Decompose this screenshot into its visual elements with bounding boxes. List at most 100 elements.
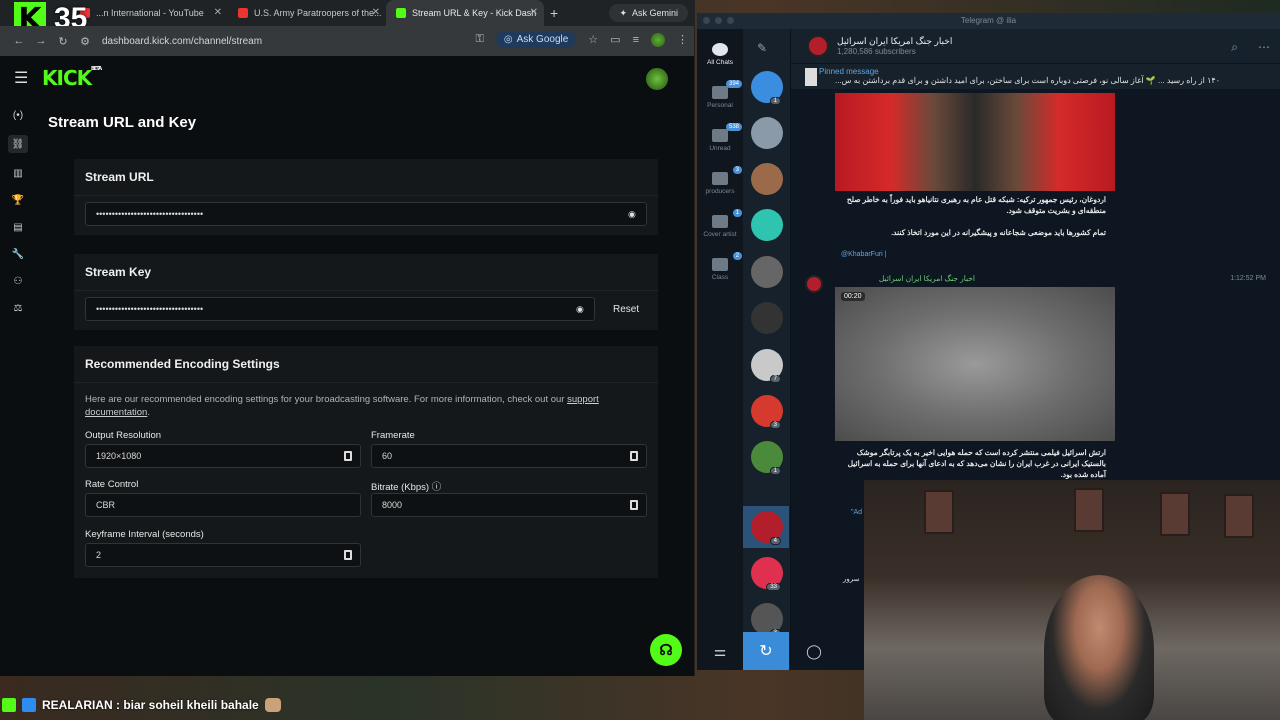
user-avatar[interactable] [646, 68, 668, 90]
refresh-icon[interactable]: ↻ [743, 632, 789, 670]
message-sender[interactable]: اخبار جنگ امریکا ایران اسرائیل [835, 273, 975, 284]
webcam-overlay [864, 480, 1280, 720]
bitrate-label-text: Bitrate (Kbps) [371, 482, 430, 493]
folder-label: Class [711, 274, 729, 281]
tab-youtube[interactable]: ...n International - YouTube ✕ [70, 0, 228, 26]
tab-kick-dashboard[interactable]: Stream URL & Key - Kick Dash ✕ [386, 0, 544, 26]
broadcast-icon[interactable]: (•) [11, 108, 25, 122]
forward-icon[interactable]: → [30, 35, 52, 47]
folder-label: producers [705, 188, 735, 195]
badge-icon [2, 698, 16, 712]
copy-icon[interactable] [630, 451, 638, 461]
copy-icon[interactable] [630, 500, 638, 510]
close-icon[interactable]: ✕ [530, 7, 538, 18]
folder-icon: 394 [712, 80, 742, 99]
stream-chat-overlay: REALARIAN : biar soheil kheili bahale [0, 694, 281, 716]
reset-button[interactable]: Reset [613, 304, 639, 315]
headset-icon: ☊ [659, 642, 673, 659]
message-link[interactable]: @KhabarFuri | [841, 251, 887, 258]
profile-avatar[interactable] [651, 32, 665, 47]
chat-avatar[interactable]: 7 [751, 349, 783, 383]
chat-avatar[interactable]: 3 [751, 603, 783, 637]
analytics-icon[interactable]: ▥ [11, 166, 25, 180]
chat-avatar[interactable] [751, 256, 783, 288]
folder-personal[interactable]: 394 Personal [697, 80, 743, 109]
folder-icon: 538 [712, 123, 742, 142]
info-icon[interactable]: ⓘ [432, 482, 442, 493]
chat-avatar[interactable] [751, 302, 783, 334]
message-photo[interactable] [835, 93, 1115, 191]
kick-dashboard-page: ☰ KICK BETA (•) ⛓ ▥ 🏆 ▤ 🔧 ⚇ ⚖ Stream URL … [0, 56, 694, 676]
reload-icon[interactable]: ↻ [52, 35, 74, 48]
back-icon[interactable]: ← [8, 35, 30, 47]
search-icon[interactable]: ⌕ [1231, 40, 1238, 55]
bitrate-field[interactable]: 8000 [371, 493, 647, 517]
channel-avatar[interactable] [807, 35, 829, 57]
key-icon[interactable]: ⚿ [475, 33, 483, 46]
close-dot[interactable] [703, 17, 710, 24]
hamburger-menu-icon[interactable]: ☰ [14, 68, 32, 88]
chat-avatar[interactable]: 1 [751, 71, 783, 105]
ask-gemini-button[interactable]: ✦ Ask Gemini [609, 4, 688, 22]
chat-avatar[interactable]: 33 [751, 557, 783, 591]
pinned-message-bar[interactable]: Pinned message ۱۴۰ از راه رسید ... 🌱 آغا… [791, 63, 1280, 89]
rate-control-field[interactable]: CBR [85, 493, 361, 517]
ask-google-button[interactable]: ◎ Ask Google [495, 31, 577, 48]
zoom-dot[interactable] [727, 17, 734, 24]
keyframe-interval-field[interactable]: 2 [85, 543, 361, 567]
output-resolution-field[interactable]: 1920×1080 [85, 444, 361, 468]
channel-header: اخبار جنگ امریکا ایران اسرائیل 1,280,586… [791, 29, 1280, 63]
tab-youtube-2[interactable]: U.S. Army Paratroopers of the... ✕ [228, 0, 386, 26]
folder-unread[interactable]: 538 Unread [697, 123, 743, 152]
folder-producers[interactable]: 3 producers [697, 166, 743, 195]
chat-avatar[interactable]: 1 [751, 441, 783, 475]
moderation-icon[interactable]: ⚖ [11, 301, 25, 315]
close-icon[interactable]: ✕ [372, 7, 380, 18]
eye-icon[interactable]: ◉ [628, 209, 638, 219]
minimize-dot[interactable] [715, 17, 722, 24]
framerate-field[interactable]: 60 [371, 444, 647, 468]
settings-sliders-icon[interactable]: ⚌ [697, 632, 743, 670]
kick-logo[interactable]: KICK BETA [42, 66, 102, 90]
folder-icon: 1 [712, 209, 742, 228]
tab-label: ...n International - YouTube [96, 8, 204, 18]
wrench-icon[interactable]: 🔧 [11, 247, 25, 261]
help-chat-button[interactable]: ☊ [650, 634, 682, 666]
trophy-icon[interactable]: 🏆 [11, 193, 25, 207]
compose-icon[interactable]: ✎ [757, 41, 779, 57]
folder-label: Personal [707, 102, 733, 109]
link-icon[interactable]: ⛓ [8, 135, 28, 153]
chat-avatar[interactable] [751, 163, 783, 195]
channel-title[interactable]: اخبار جنگ امریکا ایران اسرائیل [837, 36, 952, 47]
stream-url-input[interactable]: •••••••••••••••••••••••••••••••••• ◉ [85, 202, 647, 226]
users-icon[interactable]: ⚇ [11, 274, 25, 288]
new-tab-button[interactable]: + [550, 5, 558, 21]
beta-label: BETA [91, 66, 102, 72]
folder-class[interactable]: 2 Class [697, 252, 743, 281]
more-icon[interactable]: ⋯ [1258, 40, 1270, 55]
chat-icon[interactable]: ◯ [791, 632, 837, 670]
site-info-icon[interactable]: ⚙ [74, 35, 96, 48]
field-value: 8000 [382, 500, 403, 510]
chat-avatar-active[interactable]: 4 [751, 511, 783, 545]
message-video[interactable]: 00:20 [835, 287, 1115, 441]
copy-icon[interactable] [344, 550, 352, 560]
close-icon[interactable]: ✕ [214, 7, 222, 18]
bookmark-star-icon[interactable]: ☆ [588, 33, 598, 46]
media-icon[interactable]: ▤ [11, 220, 25, 234]
folder-sidebar: All Chats 394 Personal 538 Unread 3 produce… [697, 29, 743, 670]
sender-avatar[interactable] [805, 275, 823, 293]
stream-key-input[interactable]: •••••••••••••••••••••••••••••••••• ◉ [85, 297, 595, 321]
chat-avatar[interactable] [751, 117, 783, 149]
field-value: CBR [96, 500, 116, 510]
eye-icon[interactable]: ◉ [576, 304, 586, 314]
folder-cover-artist[interactable]: 1 Cover artist [697, 209, 743, 238]
chat-avatar[interactable] [751, 209, 783, 241]
cast-icon[interactable]: ▭ [610, 33, 620, 46]
chat-avatar[interactable]: 3 [751, 395, 783, 429]
tab-search-icon[interactable]: ≡ [633, 34, 639, 46]
folder-all-chats[interactable]: All Chats [697, 43, 743, 66]
url-field[interactable]: dashboard.kick.com/channel/stream [102, 36, 262, 47]
menu-kebab-icon[interactable]: ⋮ [677, 33, 688, 46]
copy-icon[interactable] [344, 451, 352, 461]
